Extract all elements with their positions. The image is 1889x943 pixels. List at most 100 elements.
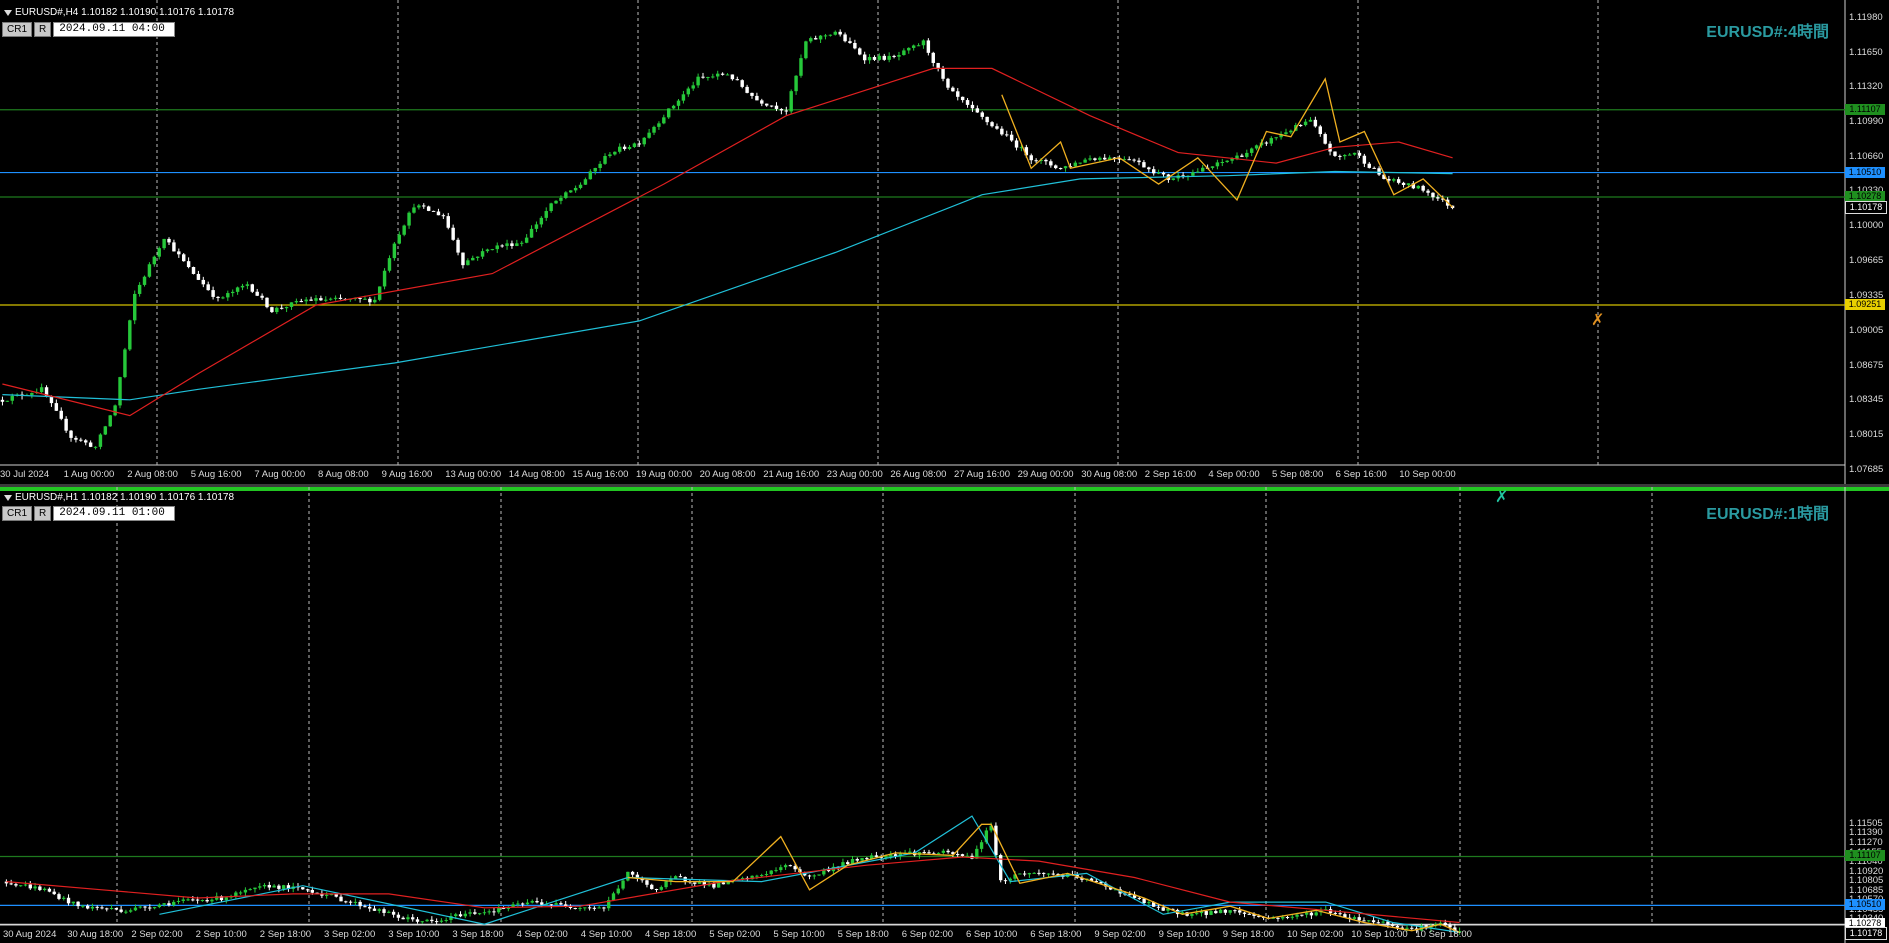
candle-body [1014, 140, 1019, 148]
h1-chart-pane[interactable]: EURUSD#,H1 1.10182 1.10190 1.10176 1.101… [0, 487, 1889, 943]
h4-chart-canvas[interactable] [0, 0, 1889, 484]
h1-toolbar: CR1 R 2024.09.11 01:00 [2, 506, 176, 521]
time-tick-label: 2 Sep 02:00 [131, 929, 183, 940]
h1-chart-canvas[interactable] [0, 487, 1889, 943]
candle-body [1448, 924, 1452, 928]
candle-body [706, 77, 710, 79]
candle-body [402, 225, 406, 235]
candle-body [226, 293, 230, 298]
date-input[interactable]: 2024.09.11 04:00 [53, 22, 176, 37]
h4-chart-pane[interactable]: EURUSD#,H4 1.10182 1.10190 1.10176 1.101… [0, 0, 1889, 484]
candle-body [960, 96, 965, 101]
collapse-triangle-icon[interactable] [4, 9, 12, 16]
candle-body [755, 95, 759, 101]
candle-body [411, 917, 415, 920]
candle-body [436, 211, 441, 216]
candle-body [299, 301, 304, 303]
candle-body [813, 38, 818, 40]
cr1-button[interactable]: CR1 [2, 506, 33, 521]
candle-body [1147, 902, 1151, 904]
date-input[interactable]: 2024.09.11 01:00 [53, 506, 176, 521]
collapse-triangle-icon[interactable] [4, 494, 12, 501]
candle-body [578, 907, 582, 909]
candle-body [725, 74, 730, 76]
candle-body [597, 907, 601, 909]
candle-body [1049, 161, 1053, 166]
candle-body [828, 34, 833, 36]
time-tick-label: 5 Sep 08:00 [1272, 469, 1324, 480]
candle-body [1161, 172, 1166, 175]
candle-body [19, 885, 23, 887]
candle-body [592, 907, 597, 909]
candle-body [412, 207, 416, 213]
cr1-button[interactable]: CR1 [2, 22, 33, 37]
candle-body [1362, 920, 1366, 922]
crosshair-cursor-icon: ✗ [1591, 312, 1605, 329]
candle-body [42, 888, 47, 890]
candle-body [1281, 917, 1285, 919]
candle-body [463, 913, 467, 917]
candle-body [608, 154, 612, 157]
time-tick-label: 5 Sep 18:00 [837, 929, 889, 940]
price-tick-label: 1.10990 [1849, 116, 1884, 128]
time-tick-label: 4 Sep 18:00 [645, 929, 697, 940]
candle-body [1338, 913, 1342, 915]
candle-body [30, 393, 34, 395]
candle-body [373, 299, 377, 303]
candle-body [516, 903, 520, 905]
price-tick-label: 1.09005 [1849, 324, 1884, 336]
candle-body [1276, 917, 1280, 919]
candle-body [936, 852, 941, 854]
candle-body [1063, 166, 1068, 169]
time-tick-label: 9 Aug 16:00 [381, 469, 433, 480]
candle-body [305, 889, 310, 891]
candle-body [681, 94, 686, 101]
candle-body [1238, 910, 1242, 913]
candle-body [616, 888, 620, 894]
time-tick-label: 8 Aug 08:00 [318, 469, 369, 480]
candle-body [243, 889, 248, 893]
candle-body [564, 192, 568, 198]
candle-body [475, 256, 480, 258]
r-button[interactable]: R [34, 506, 52, 521]
candle-body [769, 870, 773, 875]
candle-body [1362, 155, 1367, 164]
candle-body [559, 903, 563, 905]
candle-body [1391, 924, 1395, 926]
candle-body [975, 108, 980, 113]
candle-body [391, 911, 396, 915]
price-tick-label: 1.11320 [1849, 81, 1883, 93]
h1-chart-header: EURUSD#,H1 1.10182 1.10190 1.10176 1.101… [4, 492, 234, 503]
time-tick-label: 6 Sep 18:00 [1030, 929, 1082, 940]
candle-body [882, 55, 886, 60]
candle-body [613, 151, 617, 155]
candle-body [1254, 145, 1259, 149]
r-button[interactable]: R [34, 22, 52, 37]
candle-body [109, 908, 114, 910]
time-tick-label: 15 Aug 16:00 [572, 469, 629, 480]
candle-body [62, 897, 66, 899]
candle-body [874, 855, 879, 857]
candle-body [922, 852, 926, 854]
candle-body [1242, 912, 1247, 914]
candle-body [39, 387, 44, 393]
candle-body [339, 896, 343, 902]
candle-body [701, 76, 705, 78]
candle-body [755, 875, 759, 877]
candle-body [363, 906, 367, 908]
candle-body [877, 55, 882, 60]
candle-body [602, 907, 606, 909]
candle-body [57, 894, 61, 899]
candle-body [853, 42, 857, 49]
candle-body [167, 238, 171, 243]
candle-body [1285, 917, 1290, 919]
candle-body [147, 264, 152, 277]
candle-body [664, 881, 668, 888]
candle-body [654, 889, 659, 891]
candle-body [431, 210, 436, 212]
candle-body [946, 850, 950, 853]
candle-body [1333, 151, 1337, 156]
candle-body [289, 302, 294, 307]
candle-body [1078, 162, 1082, 164]
candle-body [338, 297, 343, 299]
